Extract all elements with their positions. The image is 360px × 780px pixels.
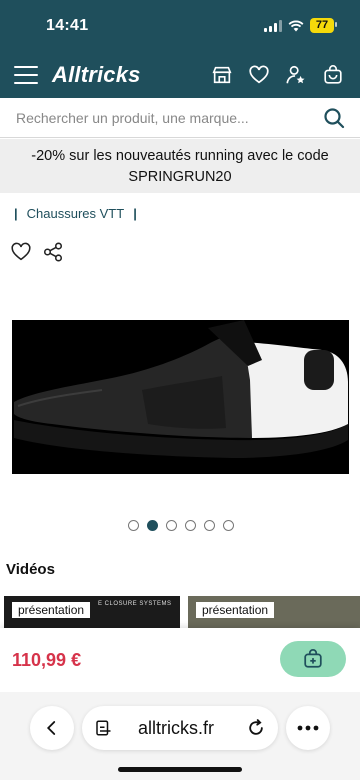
top-bar: 14:41 77 Alltricks xyxy=(0,0,360,98)
battery-indicator: 77 xyxy=(310,18,337,33)
back-button[interactable] xyxy=(30,706,74,750)
menu-icon[interactable] xyxy=(14,66,38,85)
search-icon[interactable] xyxy=(322,106,346,130)
product-actions xyxy=(10,241,64,263)
carousel-dot[interactable] xyxy=(185,520,196,531)
url-text[interactable]: alltricks.fr xyxy=(138,718,214,739)
promo-code: SPRINGRUN20 xyxy=(128,169,232,185)
video-tag: présentation xyxy=(196,602,275,618)
logo[interactable]: Alltricks xyxy=(52,62,141,88)
address-bar[interactable]: alltricks.fr xyxy=(82,706,278,750)
share-icon[interactable] xyxy=(42,241,64,263)
shoe-image xyxy=(12,320,349,474)
status-icons: 77 xyxy=(264,18,337,33)
heart-icon[interactable] xyxy=(10,241,32,263)
app-header: Alltricks xyxy=(0,52,360,98)
promo-banner[interactable]: -20% sur les nouveautés running avec le … xyxy=(0,139,360,193)
carousel-indicators xyxy=(128,520,234,531)
breadcrumb-separator: | xyxy=(133,206,137,221)
page-menu-icon[interactable] xyxy=(94,719,112,737)
carousel-dot-active[interactable] xyxy=(147,520,158,531)
promo-text: -20% sur les nouveautés running avec le … xyxy=(31,148,329,164)
add-to-cart-button[interactable] xyxy=(280,641,346,677)
videos-heading: Vidéos xyxy=(6,561,55,578)
search-input[interactable]: Rechercher un produit, une marque... xyxy=(16,110,249,126)
home-indicator xyxy=(118,767,242,772)
video-overlay-text: E CLOSURE SYSTEMS xyxy=(98,601,172,607)
breadcrumb-item-chaussures-vtt[interactable]: Chaussures VTT xyxy=(27,206,125,221)
reload-icon[interactable] xyxy=(246,718,266,738)
product-image[interactable] xyxy=(12,320,349,474)
cellular-signal-icon xyxy=(264,19,282,32)
carousel-dot[interactable] xyxy=(223,520,234,531)
carousel-dot[interactable] xyxy=(128,520,139,531)
heart-icon[interactable] xyxy=(248,64,270,86)
header-icons xyxy=(211,64,344,86)
chevron-left-icon xyxy=(46,721,56,735)
breadcrumb-separator: | xyxy=(14,206,18,221)
basket-add-icon xyxy=(304,649,322,668)
video-tag: présentation xyxy=(12,602,91,618)
more-dots-icon xyxy=(297,725,319,731)
status-bar: 14:41 77 xyxy=(0,0,360,52)
carousel-dot[interactable] xyxy=(204,520,215,531)
store-icon[interactable] xyxy=(211,64,233,86)
status-time: 14:41 xyxy=(46,17,89,34)
carousel-dot[interactable] xyxy=(166,520,177,531)
more-options-button[interactable] xyxy=(286,706,330,750)
search-bar[interactable]: Rechercher un produit, une marque... xyxy=(0,98,360,138)
browser-toolbar: alltricks.fr xyxy=(0,692,360,780)
purchase-bar: 110,99 € xyxy=(0,628,360,692)
account-star-icon[interactable] xyxy=(285,64,307,86)
basket-icon[interactable] xyxy=(322,64,344,86)
product-price: 110,99 € xyxy=(12,650,82,670)
wifi-icon xyxy=(288,20,304,31)
breadcrumb: | Chaussures VTT | xyxy=(14,206,137,221)
